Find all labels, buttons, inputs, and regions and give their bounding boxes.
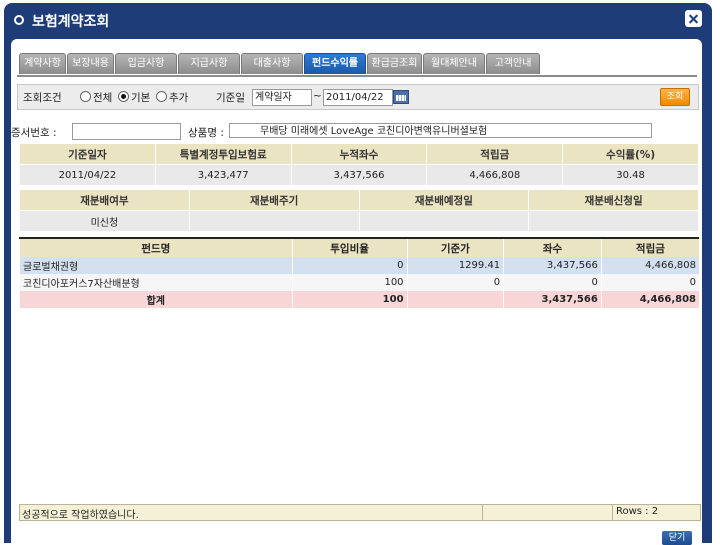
summary-table: 기준일자 특별계정투입보험료 누적좌수 적립금 수익률(%) 2011/04/2… — [19, 143, 699, 186]
tab-payment[interactable]: 지급사항 — [178, 53, 240, 74]
radio-additional[interactable] — [156, 91, 167, 102]
redistribution-table: 재분배여부 재분배주기 재분배예정일 재분배신청일 미신청 — [19, 189, 699, 232]
tab-deposit[interactable]: 입금사항 — [115, 53, 177, 74]
calendar-icon[interactable] — [393, 90, 409, 104]
units-cell: 0 — [503, 274, 602, 291]
fund-header: 투입비율 — [291, 238, 408, 257]
cert-number-field[interactable] — [72, 123, 181, 140]
summary-value: 2011/04/22 — [19, 164, 156, 186]
table-row[interactable]: 코친디아포커스7자산배분형 100 0 0 0 — [19, 274, 699, 291]
radio-additional-label: 추가 — [169, 92, 189, 104]
tab-divider — [17, 75, 697, 77]
tab-contract[interactable]: 계약사항 — [19, 53, 66, 74]
summary-value: 3,437,566 — [290, 164, 428, 186]
summary-value: 30.48 — [562, 164, 699, 186]
product-name-field[interactable]: 무배당 미래에셋 LoveAge 코친디아변액유니버셜보험 — [229, 123, 652, 138]
summary-header: 적립금 — [426, 143, 564, 165]
close-icon[interactable] — [685, 10, 702, 27]
tab-refund[interactable]: 환급금조회 — [367, 53, 422, 74]
app-window: 보험계약조회 계약사항 보장내용 입금사항 지급사항 대출사항 펀드수익률 환급… — [4, 3, 712, 545]
table-row[interactable]: 글로벌채권형 0 1299.41 3,437,566 4,466,808 — [19, 257, 699, 274]
fund-header: 적립금 — [600, 238, 699, 257]
radio-basic-label: 기본 — [131, 92, 151, 104]
redistribution-header: 재분배주기 — [188, 189, 360, 211]
redistribution-value — [188, 210, 360, 232]
total-label: 합계 — [19, 291, 293, 308]
ratio-cell: 100 — [291, 274, 408, 291]
fund-header: 좌수 — [503, 238, 602, 257]
redistribution-value — [528, 210, 699, 232]
radio-all[interactable] — [80, 91, 91, 102]
total-ratio: 100 — [291, 291, 408, 308]
product-name-label: 상품명 : — [188, 127, 224, 139]
reserve-cell: 0 — [600, 274, 699, 291]
total-reserve: 4,466,808 — [600, 291, 699, 308]
tab-loan[interactable]: 대출사항 — [241, 53, 303, 74]
summary-value: 4,466,808 — [426, 164, 564, 186]
total-units: 3,437,566 — [503, 291, 602, 308]
redistribution-header: 재분배여부 — [19, 189, 190, 211]
fund-table: 펀드명 투입비율 기준가 좌수 적립금 글로벌채권형 0 1299.41 3,4… — [19, 237, 699, 308]
range-tilde: ~ — [313, 90, 322, 102]
tab-monthly-transfer[interactable]: 월대체안내 — [423, 53, 485, 74]
fund-header: 펀드명 — [19, 238, 293, 257]
status-message: 성공적으로 작업하였습니다. — [22, 510, 139, 521]
title-bar: 보험계약조회 — [4, 3, 712, 37]
date-input[interactable]: 2011/04/22 — [323, 89, 393, 106]
condition-label: 조회조건 — [23, 92, 62, 104]
date-type-select[interactable]: 계약일자 — [252, 89, 312, 106]
content-panel: 계약사항 보장내용 입금사항 지급사항 대출사항 펀드수익률 환급금조회 월대체… — [11, 39, 702, 545]
date-label: 기준일 — [216, 92, 245, 104]
reserve-cell: 4,466,808 — [600, 257, 699, 274]
status-bar: 성공적으로 작업하였습니다. Rows : 2 — [19, 504, 701, 521]
base-price-cell: 0 — [406, 274, 504, 291]
fund-name-cell: 글로벌채권형 — [19, 257, 293, 274]
base-price-cell: 1299.41 — [406, 257, 504, 274]
radio-basic[interactable] — [118, 91, 129, 102]
status-spacer — [482, 505, 613, 520]
summary-value: 3,423,477 — [154, 164, 292, 186]
summary-header: 누적좌수 — [290, 143, 428, 165]
tab-coverage[interactable]: 보장내용 — [67, 53, 114, 74]
redistribution-header: 재분배예정일 — [358, 189, 530, 211]
window-title: 보험계약조회 — [32, 14, 110, 30]
summary-header: 기준일자 — [19, 143, 156, 165]
redistribution-value — [358, 210, 530, 232]
cert-number-label: 증서번호 : — [11, 127, 57, 139]
tab-customer-notice[interactable]: 고객안내 — [486, 53, 540, 74]
search-condition-bar: 조회조건 전체 기본 추가 기준일 계약일자 ~ 2011/04/22 조회 — [17, 84, 699, 110]
circle-bullet-icon — [14, 15, 24, 25]
ratio-cell: 0 — [291, 257, 408, 274]
total-base-price — [406, 291, 504, 308]
fund-name-cell: 코친디아포커스7자산배분형 — [19, 274, 293, 291]
redistribution-value: 미신청 — [19, 210, 190, 232]
units-cell: 3,437,566 — [503, 257, 602, 274]
fund-header: 기준가 — [406, 238, 504, 257]
radio-all-label: 전체 — [93, 92, 113, 104]
redistribution-header: 재분배신청일 — [528, 189, 699, 211]
search-button[interactable]: 조회 — [660, 88, 690, 106]
tab-fund-return[interactable]: 펀드수익률 — [304, 53, 366, 74]
summary-header: 수익률(%) — [562, 143, 699, 165]
total-row: 합계 100 3,437,566 4,466,808 — [19, 291, 699, 308]
row-count: Rows : 2 — [616, 506, 659, 517]
summary-header: 특별계정투입보험료 — [154, 143, 292, 165]
